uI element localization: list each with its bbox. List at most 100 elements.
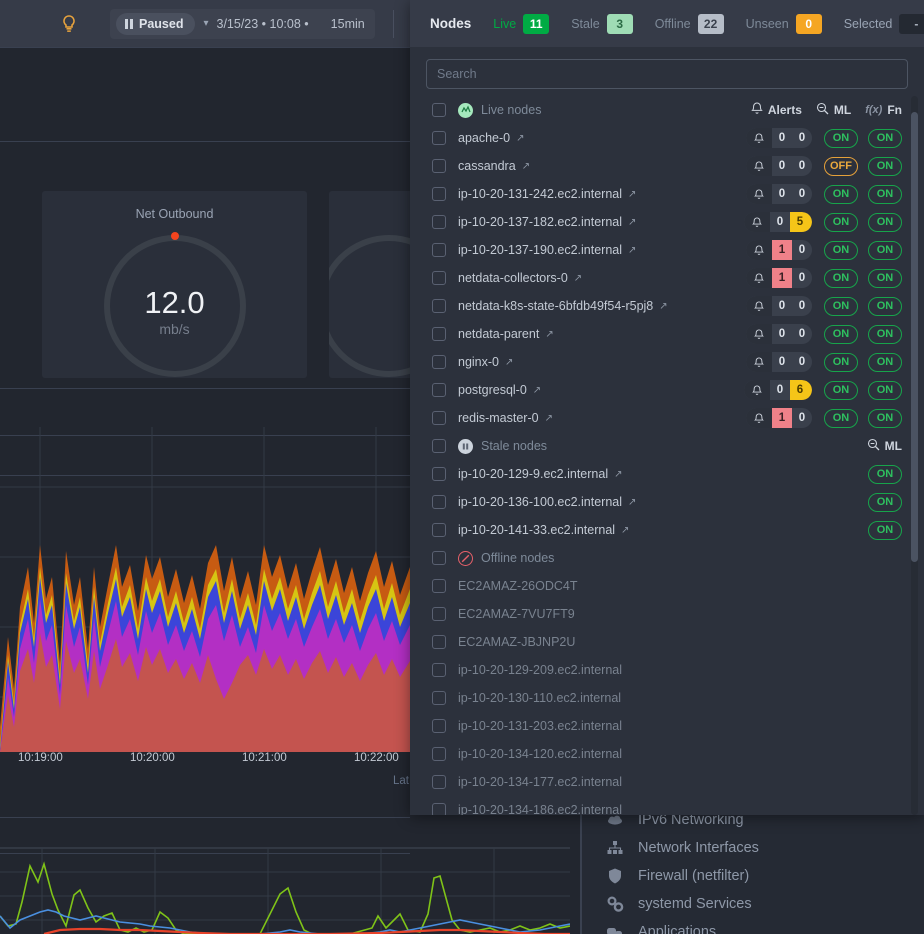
column-header-ml[interactable]: ML (816, 102, 851, 118)
external-link-icon[interactable]: ↗ (522, 161, 530, 172)
ml-toggle[interactable]: ON (868, 464, 902, 484)
table-row[interactable]: netdata-collectors-0 ↗ 1 0 ON ON (410, 264, 924, 292)
alerts-pill[interactable]: 0 0 (746, 184, 812, 204)
fn-toggle[interactable]: ON (868, 296, 902, 316)
external-link-icon[interactable]: ↗ (614, 469, 622, 480)
external-link-icon[interactable]: ↗ (516, 133, 524, 144)
alerts-pill[interactable]: 0 0 (746, 324, 812, 344)
external-link-icon[interactable]: ↗ (628, 189, 636, 200)
counter-live[interactable]: Live 11 (493, 13, 550, 34)
duration-label[interactable]: 15min (331, 17, 365, 31)
ml-toggle[interactable]: ON (824, 296, 858, 316)
alerts-pill[interactable]: 0 0 (746, 128, 812, 148)
chevron-down-icon[interactable]: ▾ (203, 18, 208, 29)
alerts-pill[interactable]: 0 0 (746, 156, 812, 176)
row-checkbox[interactable] (432, 383, 446, 397)
time-range-control[interactable]: Paused ▾ 3/15/23 • 10:08 • 15min (110, 8, 375, 39)
fn-toggle[interactable]: ON (868, 408, 902, 428)
table-row[interactable]: ip-10-20-134-177.ec2.internal (410, 768, 924, 796)
row-checkbox[interactable] (432, 635, 446, 649)
table-row[interactable]: apache-0 ↗ 0 0 ON ON (410, 124, 924, 152)
external-link-icon[interactable]: ↗ (628, 245, 636, 256)
row-checkbox[interactable] (432, 691, 446, 705)
alerts-pill[interactable]: 1 0 (746, 240, 812, 260)
alerts-pill[interactable]: 1 0 (746, 268, 812, 288)
sidebar-item-firewall[interactable]: Firewall (netfilter) (582, 862, 924, 890)
alerts-pill[interactable]: 1 0 (746, 408, 812, 428)
stacked-area-chart[interactable] (0, 427, 410, 752)
external-link-icon[interactable]: ↗ (628, 497, 636, 508)
table-row[interactable]: EC2AMAZ-JBJNP2U (410, 628, 924, 656)
row-checkbox[interactable] (432, 663, 446, 677)
ml-toggle[interactable]: ON (824, 408, 858, 428)
sidebar-item-systemd-services[interactable]: systemd Services (582, 890, 924, 918)
ml-toggle[interactable]: OFF (824, 156, 858, 176)
external-link-icon[interactable]: ↗ (621, 525, 629, 536)
playback-status-chip[interactable]: Paused (116, 12, 196, 35)
column-header-fn[interactable]: f(x) Fn (865, 103, 902, 117)
table-row[interactable]: ip-10-20-136-100.ec2.internal ↗ ON (410, 488, 924, 516)
fn-toggle[interactable]: ON (868, 240, 902, 260)
row-checkbox[interactable] (432, 187, 446, 201)
gauge-card-net-outbound[interactable]: Net Outbound 12.0 mb/s (42, 191, 307, 378)
row-checkbox[interactable] (432, 355, 446, 369)
external-link-icon[interactable]: ↗ (545, 413, 553, 424)
counter-offline[interactable]: Offline 22 (655, 13, 724, 34)
table-row[interactable]: ip-10-20-134-186.ec2.internal (410, 796, 924, 815)
table-row[interactable]: ip-10-20-130-110.ec2.internal (410, 684, 924, 712)
fn-toggle[interactable]: ON (868, 324, 902, 344)
counter-selected[interactable]: Selected - (844, 13, 924, 34)
alerts-pill[interactable]: 0 5 (744, 212, 812, 232)
row-checkbox[interactable] (432, 467, 446, 481)
fn-toggle[interactable]: ON (868, 184, 902, 204)
table-row[interactable]: ip-10-20-141-33.ec2.internal ↗ ON (410, 516, 924, 544)
fn-toggle[interactable]: ON (868, 156, 902, 176)
table-row[interactable]: redis-master-0 ↗ 1 0 ON ON (410, 404, 924, 432)
group-header-offline[interactable]: Offline nodes (410, 544, 924, 572)
row-checkbox[interactable] (432, 243, 446, 257)
row-checkbox[interactable] (432, 803, 446, 815)
group-checkbox[interactable] (432, 439, 446, 453)
column-header-alerts[interactable]: Alerts (751, 102, 802, 118)
fn-toggle[interactable]: ON (868, 380, 902, 400)
row-checkbox[interactable] (432, 495, 446, 509)
table-row[interactable]: netdata-parent ↗ 0 0 ON ON (410, 320, 924, 348)
table-row[interactable]: ip-10-20-131-242.ec2.internal ↗ 0 0 ON O… (410, 180, 924, 208)
sidebar-item-applications[interactable]: Applications (582, 918, 924, 934)
row-checkbox[interactable] (432, 523, 446, 537)
table-row[interactable]: ip-10-20-134-120.ec2.internal (410, 740, 924, 768)
table-row[interactable]: EC2AMAZ-26ODC4T (410, 572, 924, 600)
ml-toggle[interactable]: ON (824, 240, 858, 260)
table-row[interactable]: postgresql-0 ↗ 0 6 ON ON (410, 376, 924, 404)
ml-toggle[interactable]: ON (824, 324, 858, 344)
ml-toggle[interactable]: ON (824, 352, 858, 372)
fn-toggle[interactable]: ON (868, 212, 902, 232)
row-checkbox[interactable] (432, 327, 446, 341)
ml-toggle[interactable]: ON (868, 520, 902, 540)
group-checkbox[interactable] (432, 551, 446, 565)
row-checkbox[interactable] (432, 579, 446, 593)
row-checkbox[interactable] (432, 271, 446, 285)
external-link-icon[interactable]: ↗ (505, 357, 513, 368)
alerts-pill[interactable]: 0 6 (744, 380, 812, 400)
row-checkbox[interactable] (432, 131, 446, 145)
group-header-live[interactable]: Live nodes Alerts ML f(x) Fn (410, 96, 924, 124)
sidebar-item-network-interfaces[interactable]: Network Interfaces (582, 834, 924, 862)
fn-toggle[interactable]: ON (868, 268, 902, 288)
row-checkbox[interactable] (432, 159, 446, 173)
ml-toggle[interactable]: ON (868, 492, 902, 512)
ml-toggle[interactable]: ON (824, 184, 858, 204)
alerts-pill[interactable]: 0 0 (746, 296, 812, 316)
fn-toggle[interactable]: ON (868, 128, 902, 148)
table-row[interactable]: ip-10-20-131-203.ec2.internal (410, 712, 924, 740)
lightbulb-icon[interactable] (58, 13, 80, 35)
row-checkbox[interactable] (432, 719, 446, 733)
counter-unseen[interactable]: Unseen 0 (746, 13, 822, 34)
external-link-icon[interactable]: ↗ (628, 217, 636, 228)
group-header-stale[interactable]: Stale nodes ML (410, 432, 924, 460)
external-link-icon[interactable]: ↗ (659, 301, 667, 312)
row-checkbox[interactable] (432, 215, 446, 229)
ml-toggle[interactable]: ON (824, 128, 858, 148)
external-link-icon[interactable]: ↗ (574, 273, 582, 284)
table-row[interactable]: ip-10-20-129-9.ec2.internal ↗ ON (410, 460, 924, 488)
